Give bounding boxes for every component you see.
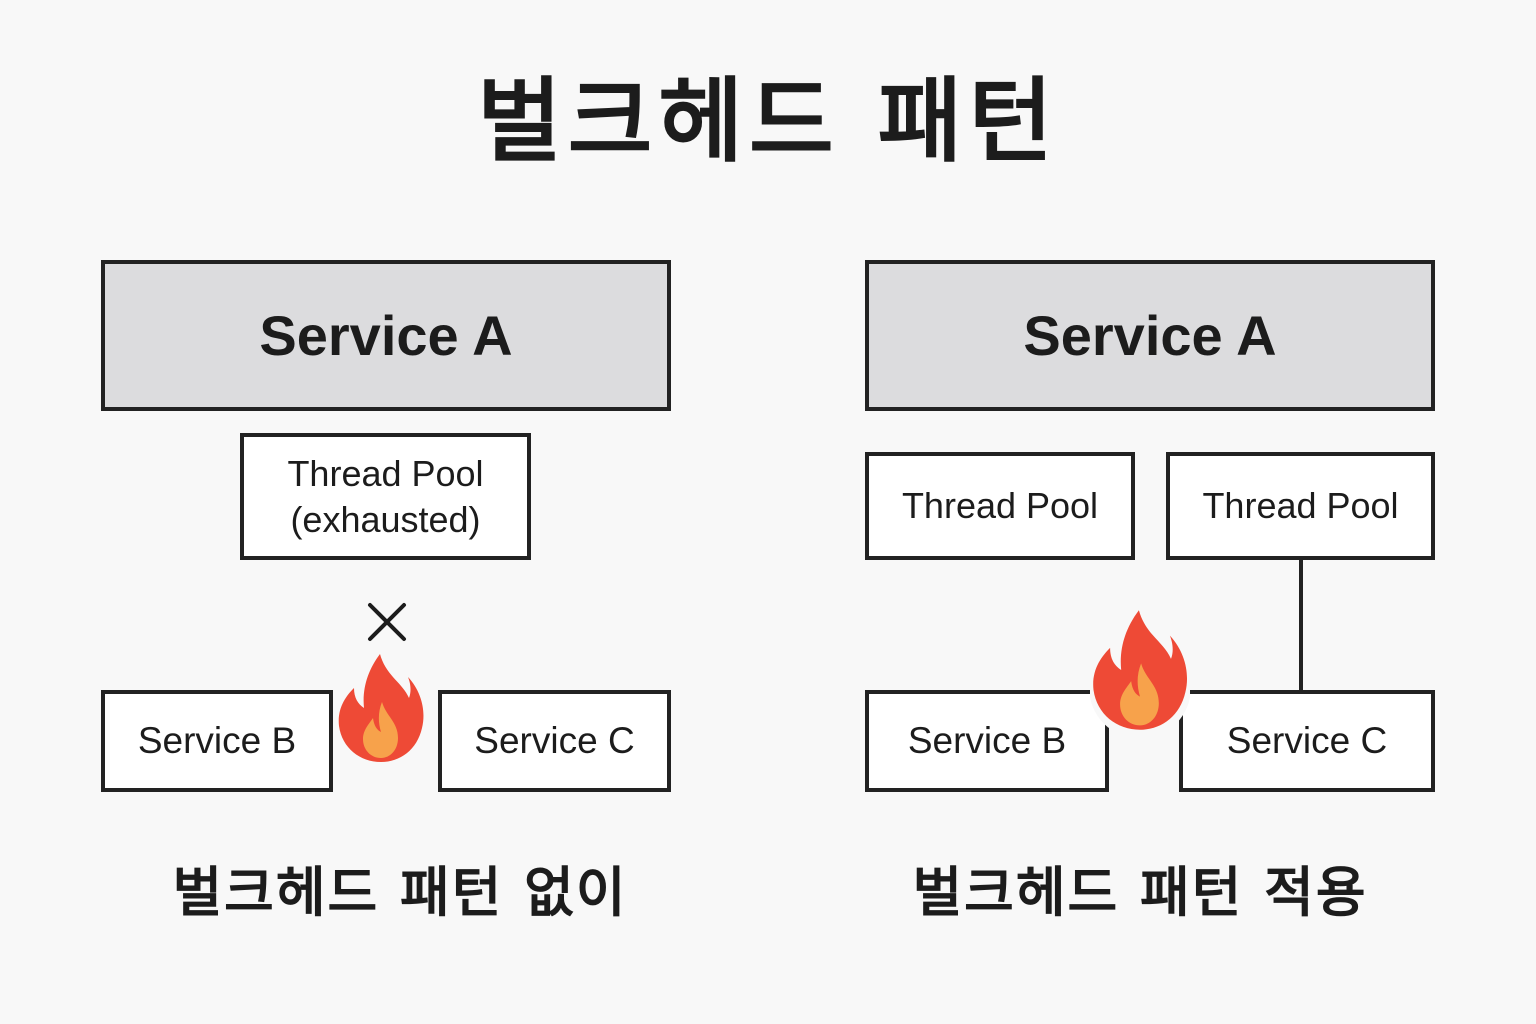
diagram-title: 벌크헤드 패턴 xyxy=(477,68,1059,175)
right-service-a-box: Service A xyxy=(865,260,1435,411)
left-caption: 벌크헤드 패턴 없이 xyxy=(172,861,628,924)
right-service-b-label: Service B xyxy=(907,720,1067,761)
left-service-a-box: Service A xyxy=(101,260,671,411)
left-service-b-box: Service B xyxy=(101,690,333,792)
right-caption: 벌크헤드 패턴 적용 xyxy=(912,861,1368,924)
left-thread-pool-status: (exhausted) xyxy=(290,498,481,540)
right-service-a-label: Service A xyxy=(1023,304,1277,367)
right-thread-pool-2-label: Thread Pool xyxy=(1202,485,1399,526)
left-service-c-label: Service C xyxy=(474,720,635,761)
fire-icon xyxy=(338,654,424,762)
left-service-a-label: Service A xyxy=(259,304,513,367)
left-thread-pool-label: Thread Pool xyxy=(287,452,484,494)
left-thread-pool-box: Thread Pool (exhausted) xyxy=(240,433,531,560)
right-thread-pool-2-box: Thread Pool xyxy=(1166,452,1435,560)
pool-to-service-c-connector xyxy=(1299,560,1303,692)
fire-icon xyxy=(1090,610,1190,732)
right-service-c-box: Service C xyxy=(1179,690,1435,792)
right-thread-pool-1-box: Thread Pool xyxy=(865,452,1135,560)
right-service-b-box: Service B xyxy=(865,690,1109,792)
x-icon xyxy=(368,603,406,641)
left-service-c-box: Service C xyxy=(438,690,671,792)
left-service-b-label: Service B xyxy=(137,720,297,761)
right-service-c-label: Service C xyxy=(1226,720,1388,761)
right-thread-pool-1-label: Thread Pool xyxy=(901,485,1099,526)
